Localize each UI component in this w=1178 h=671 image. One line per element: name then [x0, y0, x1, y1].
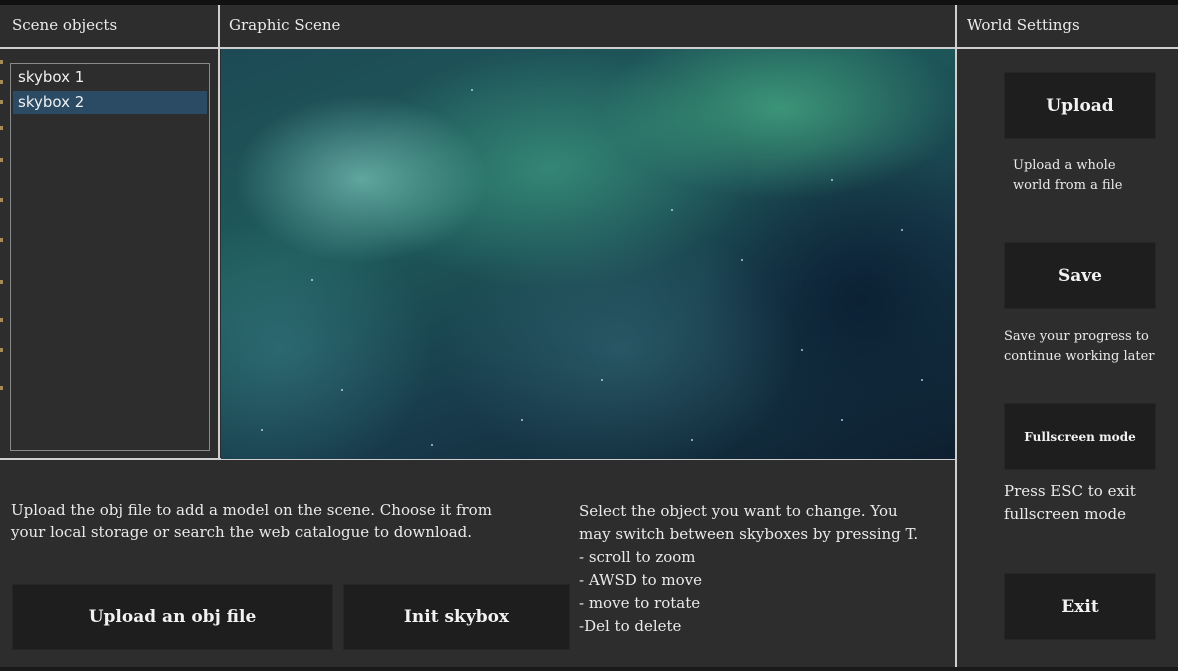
- instruction-line: may switch between skyboxes by pressing …: [579, 525, 919, 543]
- upload-world-button[interactable]: Upload: [1004, 72, 1156, 139]
- list-item[interactable]: skybox 2: [13, 91, 207, 114]
- upload-obj-button[interactable]: Upload an obj file: [12, 584, 333, 650]
- world-settings-title: World Settings: [967, 16, 1080, 34]
- right-panel-divider: [955, 5, 957, 671]
- fullscreen-description: Press ESC to exit fullscreen mode: [1004, 480, 1136, 526]
- instruction-line: -Del to delete: [579, 617, 682, 635]
- save-desc-line: continue working later: [1004, 349, 1155, 364]
- instruction-line: Select the object you want to change. Yo…: [579, 502, 898, 520]
- upload-description-line: your local storage or search the web cat…: [11, 523, 473, 541]
- upload-world-description: Upload a whole world from a file: [1013, 156, 1123, 196]
- upload-description-line: Upload the obj file to add a model on th…: [11, 501, 492, 519]
- fullscreen-mode-button[interactable]: Fullscreen mode: [1004, 403, 1156, 470]
- save-button[interactable]: Save: [1004, 242, 1156, 309]
- save-description: Save your progress to continue working l…: [1004, 327, 1155, 367]
- instructions-text: Select the object you want to change. Yo…: [579, 500, 918, 638]
- upload-description: Upload the obj file to add a model on th…: [11, 499, 492, 543]
- init-skybox-button[interactable]: Init skybox: [343, 584, 570, 650]
- upload-world-desc-line: world from a file: [1013, 178, 1123, 193]
- exit-button[interactable]: Exit: [1004, 573, 1156, 640]
- list-item[interactable]: skybox 1: [13, 66, 207, 89]
- graphic-scene-viewport[interactable]: [221, 49, 955, 459]
- save-desc-line: Save your progress to: [1004, 329, 1149, 344]
- fullscreen-desc-line: Press ESC to exit: [1004, 482, 1136, 500]
- left-edge-gutter: [0, 48, 4, 408]
- graphic-scene-title: Graphic Scene: [229, 16, 341, 34]
- fullscreen-desc-line: fullscreen mode: [1004, 505, 1126, 523]
- scene-objects-title: Scene objects: [12, 16, 118, 34]
- bottom-edge-strip: [0, 667, 1178, 671]
- instruction-line: - AWSD to move: [579, 571, 702, 589]
- upload-world-desc-line: Upload a whole: [1013, 158, 1116, 173]
- left-panel-divider: [218, 5, 220, 460]
- scene-objects-list[interactable]: skybox 1 skybox 2: [10, 63, 210, 451]
- instruction-line: - scroll to zoom: [579, 548, 696, 566]
- instruction-line: - move to rotate: [579, 594, 701, 612]
